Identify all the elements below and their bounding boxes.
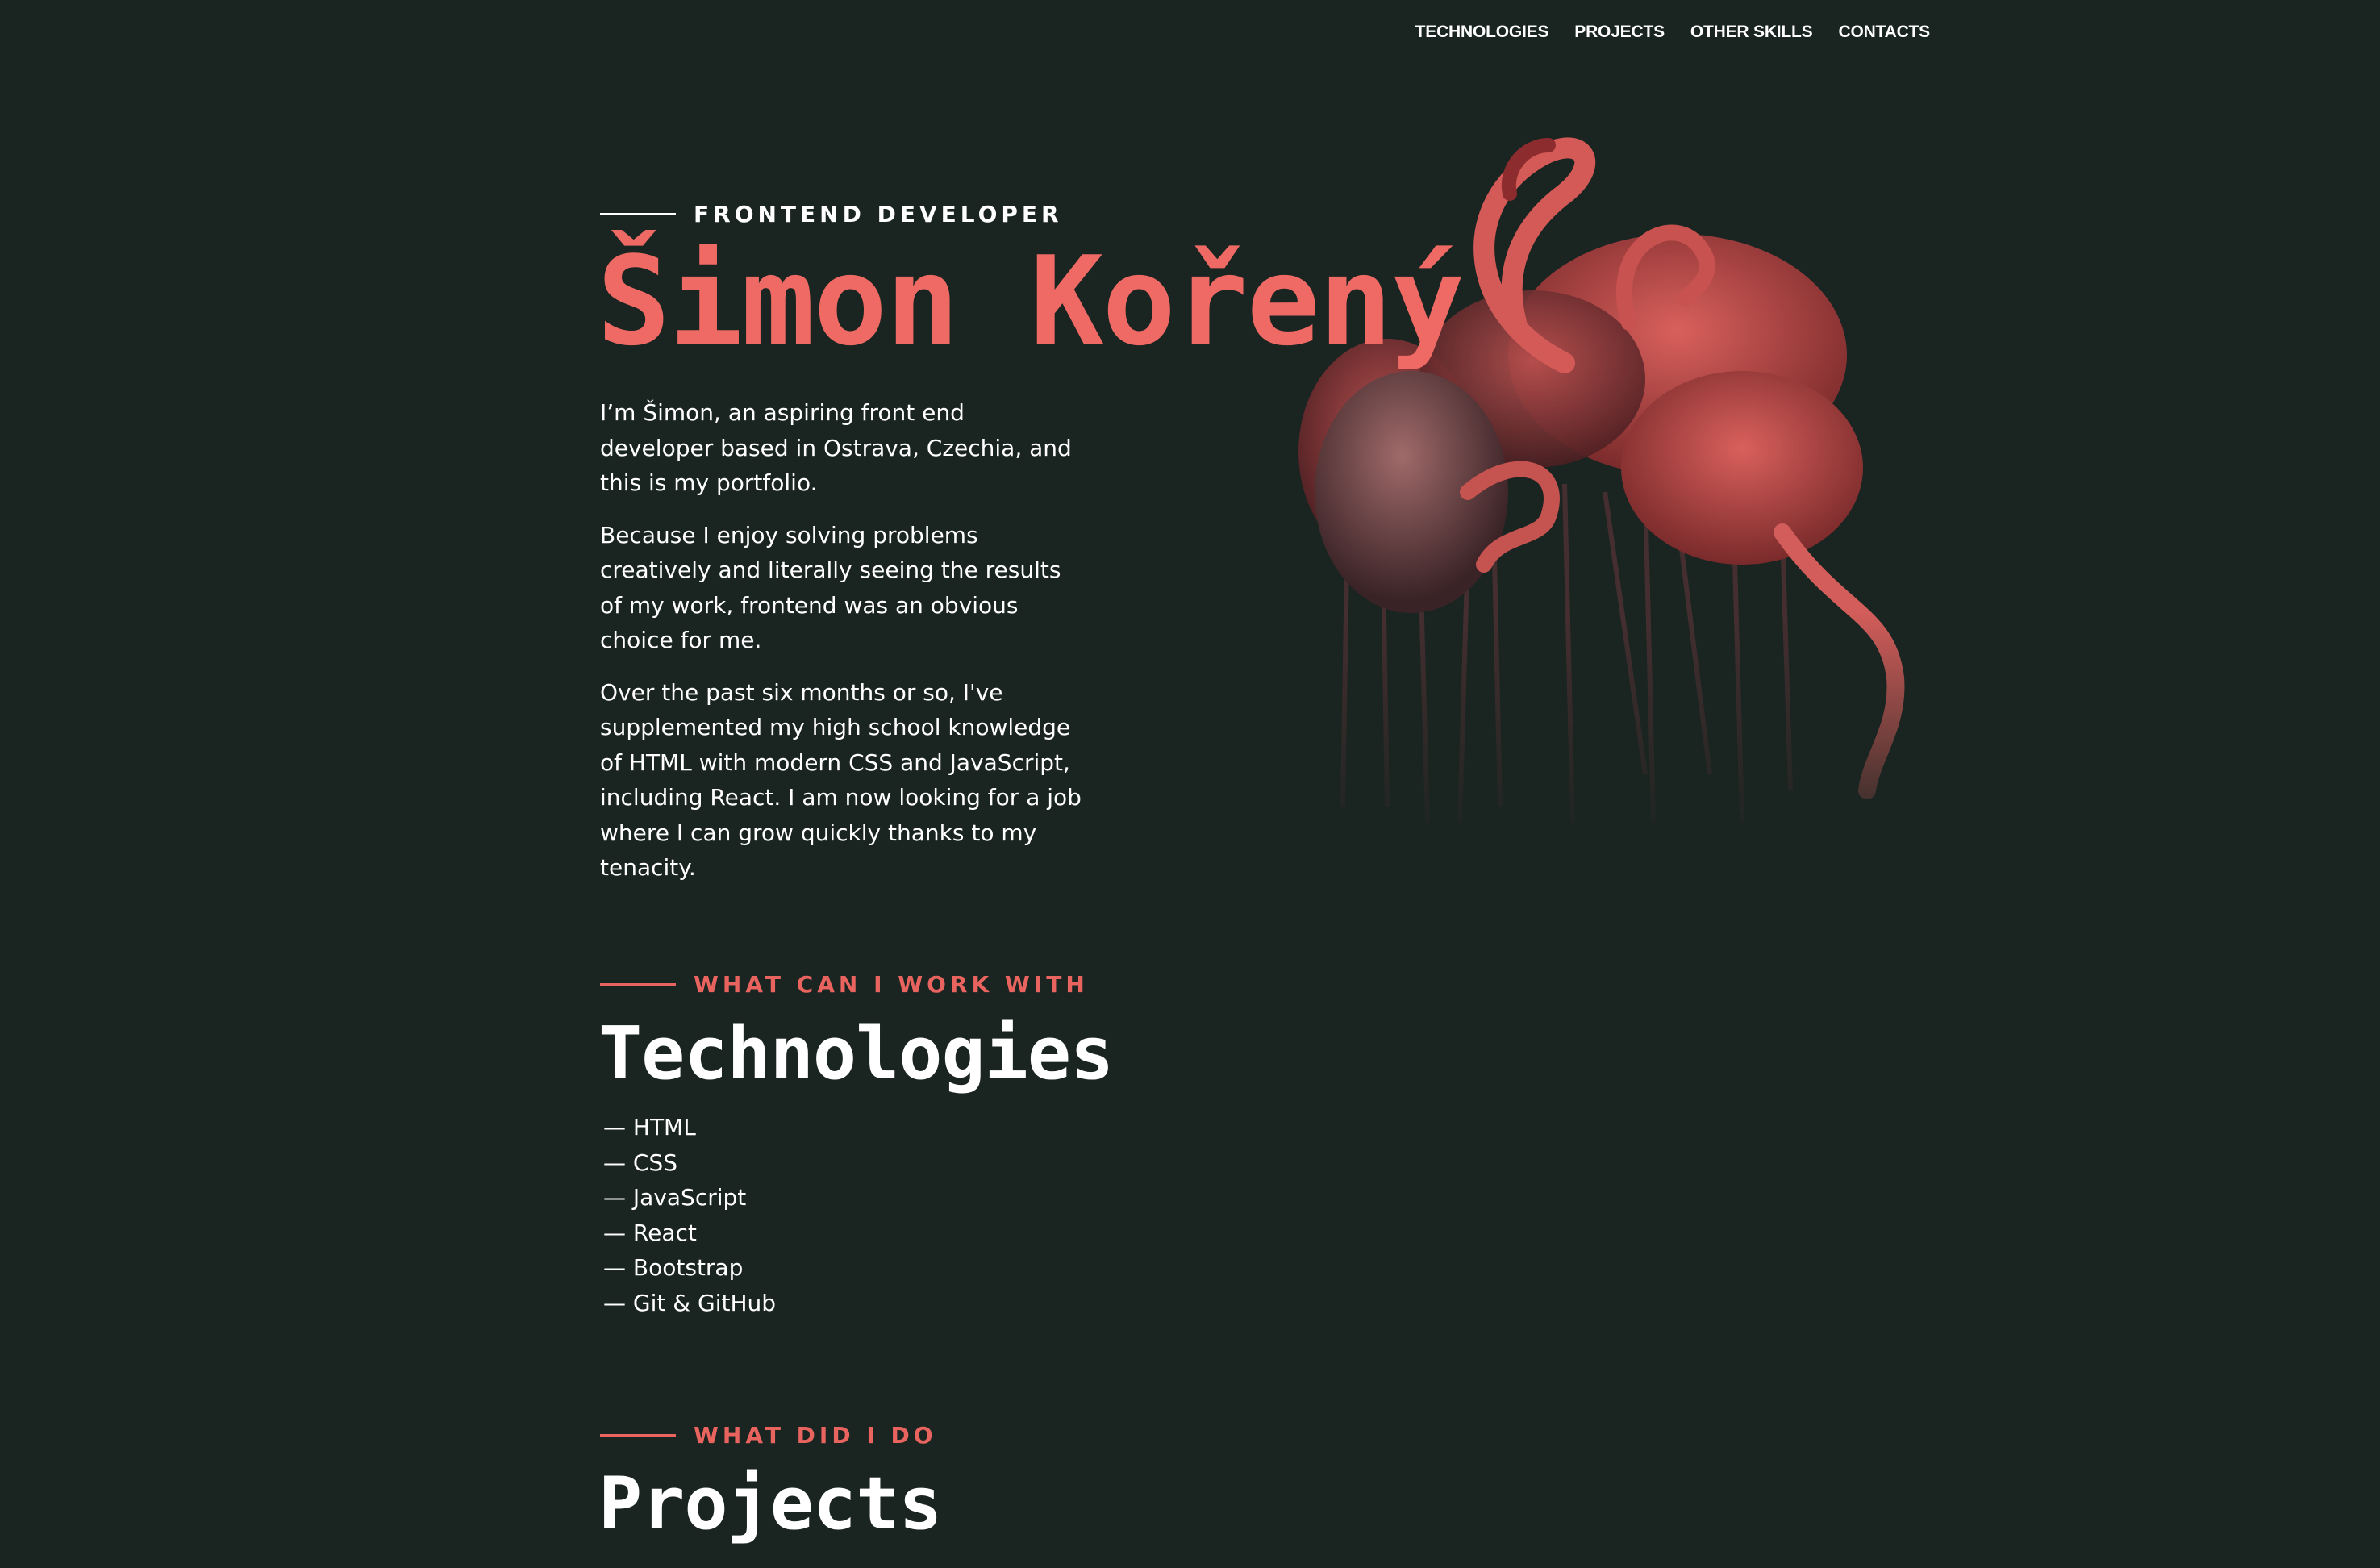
technologies-subtitle: WHAT CAN I WORK WITH xyxy=(694,971,1089,998)
projects-title: Projects xyxy=(598,1462,942,1546)
list-item: — React xyxy=(603,1219,697,1246)
intro-paragraph: Because I enjoy solving problems creativ… xyxy=(600,521,1061,654)
eyebrow-divider xyxy=(600,983,676,986)
nav-link-projects[interactable]: PROJECTS xyxy=(1574,23,1665,42)
hero-eyebrow: FRONTEND DEVELOPER xyxy=(600,201,1063,227)
flamingo-image xyxy=(1226,137,1936,855)
technologies-list: — HTML — CSS — JavaScript — React — Boot… xyxy=(603,1110,776,1320)
intro-paragraph: Over the past six months or so, I've sup… xyxy=(600,678,1082,882)
projects-subtitle: WHAT DID I DO xyxy=(694,1422,937,1449)
hero-subtitle: FRONTEND DEVELOPER xyxy=(694,201,1063,227)
portfolio-page: TECHNOLOGIES PROJECTS OTHER SKILLS CONTA… xyxy=(0,0,2380,1568)
intro-paragraph: I’m Šimon, an aspiring front end develop… xyxy=(600,399,1072,496)
nav-link-other-skills[interactable]: OTHER SKILLS xyxy=(1690,23,1813,42)
nav-link-contacts[interactable]: CONTACTS xyxy=(1838,23,1930,42)
top-nav: TECHNOLOGIES PROJECTS OTHER SKILLS CONTA… xyxy=(1415,23,1931,42)
list-item: — HTML xyxy=(603,1114,696,1141)
eyebrow-divider xyxy=(600,1434,676,1437)
hero-name: Šimon Kořený xyxy=(597,230,1465,373)
list-item: — CSS xyxy=(603,1149,677,1176)
nav-link-technologies[interactable]: TECHNOLOGIES xyxy=(1415,23,1549,42)
technologies-eyebrow: WHAT CAN I WORK WITH xyxy=(600,971,1089,998)
technologies-title: Technologies xyxy=(598,1011,1114,1096)
list-item: — JavaScript xyxy=(603,1184,747,1211)
projects-eyebrow: WHAT DID I DO xyxy=(600,1422,937,1449)
eyebrow-divider xyxy=(600,213,676,215)
intro-text: I’m Šimon, an aspiring front end develop… xyxy=(600,395,1084,903)
list-item: — Bootstrap xyxy=(603,1254,744,1281)
list-item: — Git & GitHub xyxy=(603,1289,777,1316)
